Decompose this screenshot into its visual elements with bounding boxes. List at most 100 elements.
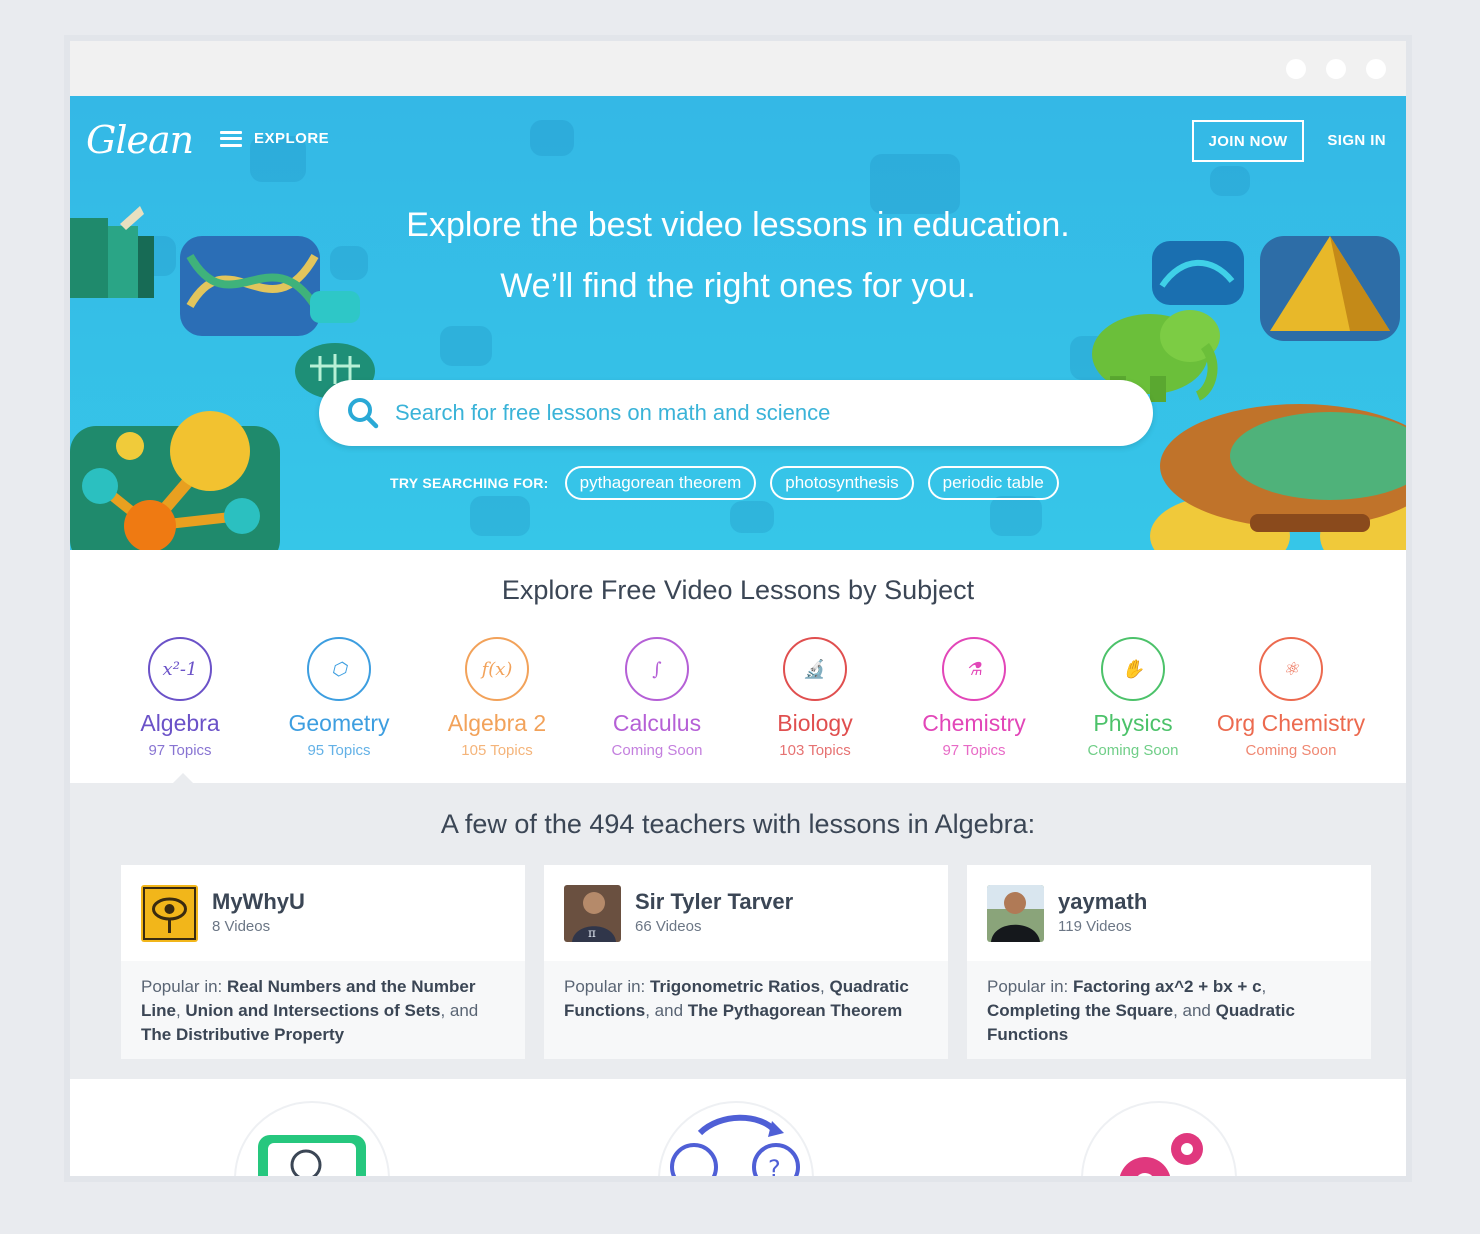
video-count: 119 Videos bbox=[1058, 918, 1132, 935]
teacher-card[interactable]: yaymath 119 Videos Popular in: Factoring… bbox=[967, 865, 1371, 1059]
search-input[interactable]: Search for free lessons on math and scie… bbox=[319, 380, 1153, 446]
video-count: 66 Videos bbox=[635, 918, 702, 935]
teacher-card-header: π Sir Tyler Tarver 66 Videos bbox=[544, 865, 948, 961]
suggestion-chip[interactable]: pythagorean theorem bbox=[564, 466, 757, 500]
window-dot[interactable] bbox=[1326, 59, 1346, 79]
bg-shape bbox=[1210, 166, 1250, 196]
subject-chemistry[interactable]: ⚗ Chemistry 97 Topics bbox=[894, 637, 1054, 759]
gears-icon bbox=[1081, 1101, 1237, 1176]
window-dot[interactable] bbox=[1286, 59, 1306, 79]
bg-shape bbox=[440, 326, 492, 366]
subject-name: Biology bbox=[777, 710, 853, 736]
teacher-card[interactable]: π Sir Tyler Tarver 66 Videos Popular in:… bbox=[544, 865, 948, 1059]
topic[interactable]: The Pythagorean Theorem bbox=[688, 1001, 902, 1020]
svg-text:?: ? bbox=[768, 1155, 781, 1176]
avatar: π bbox=[564, 885, 621, 942]
logo[interactable]: Glean bbox=[86, 118, 194, 162]
video-count: 8 Videos bbox=[212, 918, 271, 935]
topic[interactable]: Factoring ax^2 + bx + c bbox=[1073, 977, 1262, 996]
features-section: ? bbox=[70, 1079, 1406, 1176]
subject-topic-count: Coming Soon bbox=[611, 742, 703, 759]
molecule-icon: ⚛ bbox=[1259, 637, 1323, 701]
airship-illustration bbox=[1150, 404, 1406, 550]
subject-name: Org Chemistry bbox=[1216, 710, 1366, 736]
explore-menu-button[interactable]: EXPLORE bbox=[220, 130, 329, 147]
subject-name: Calculus bbox=[612, 710, 702, 736]
avatar bbox=[987, 885, 1044, 942]
popular-topics: Popular in: Trigonometric Ratios, Quadra… bbox=[544, 961, 948, 1059]
hero-subheadline: We’ll find the right ones for you. bbox=[500, 267, 976, 305]
subject-org-chemistry[interactable]: ⚛ Org Chemistry Coming Soon bbox=[1211, 637, 1371, 759]
subject-name: Physics bbox=[1093, 710, 1173, 736]
window-chrome bbox=[70, 41, 1406, 96]
subject-physics[interactable]: ✋ Physics Coming Soon bbox=[1053, 637, 1213, 759]
subject-topic-count: 97 Topics bbox=[148, 742, 212, 759]
topic[interactable]: The Distributive Property bbox=[141, 1025, 344, 1044]
try-searching-label: TRY SEARCHING FOR: bbox=[390, 475, 549, 491]
window-dot[interactable] bbox=[1366, 59, 1386, 79]
subjects-title: Explore Free Video Lessons by Subject bbox=[501, 575, 975, 605]
subject-name: Chemistry bbox=[922, 710, 1026, 736]
teacher-card[interactable]: MyWhyU 8 Videos Popular in: Real Numbers… bbox=[121, 865, 525, 1059]
topic[interactable]: Union and Intersections of Sets bbox=[185, 1001, 440, 1020]
hero-headline: Explore the best video lessons in educat… bbox=[406, 206, 1070, 244]
subject-topic-count: Coming Soon bbox=[1245, 742, 1337, 759]
calculus-graph-icon: ∫ bbox=[625, 637, 689, 701]
subject-biology[interactable]: 🔬 Biology 103 Topics bbox=[735, 637, 895, 759]
popular-label: Popular in: bbox=[987, 977, 1069, 996]
teacher-name[interactable]: MyWhyU bbox=[212, 889, 305, 915]
subject-geometry[interactable]: ⬡ Geometry 95 Topics bbox=[259, 637, 419, 759]
topic[interactable]: Trigonometric Ratios bbox=[650, 977, 820, 996]
explore-label: EXPLORE bbox=[254, 130, 330, 147]
subject-calculus[interactable]: ∫ Calculus Coming Soon bbox=[577, 637, 737, 759]
search-suggestions: TRY SEARCHING FOR: pythagorean theorem p… bbox=[390, 466, 1059, 500]
join-now-button[interactable]: JOIN NOW bbox=[1192, 120, 1304, 162]
popular-topics: Popular in: Real Numbers and the Number … bbox=[121, 961, 525, 1059]
geometry-icon: ⬡ bbox=[307, 637, 371, 701]
browser-window: Glean EXPLORE JOIN NOW SIGN IN Explore t… bbox=[70, 41, 1406, 1176]
hand-icon: ✋ bbox=[1101, 637, 1165, 701]
subject-topic-count: 97 Topics bbox=[942, 742, 1006, 759]
subject-name: Geometry bbox=[288, 710, 390, 736]
subject-name: Algebra bbox=[140, 710, 220, 736]
suggestion-chip[interactable]: periodic table bbox=[927, 466, 1059, 500]
avatar bbox=[141, 885, 198, 942]
popular-topics: Popular in: Factoring ax^2 + bx + c, Com… bbox=[967, 961, 1371, 1059]
subject-topic-count: 103 Topics bbox=[779, 742, 851, 759]
bg-shape bbox=[530, 120, 574, 156]
subject-algebra-2[interactable]: f(x) Algebra 2 105 Topics bbox=[417, 637, 577, 759]
bg-shape bbox=[990, 496, 1042, 536]
subject-topic-count: 95 Topics bbox=[307, 742, 371, 759]
hamburger-icon bbox=[220, 130, 242, 147]
popular-label: Popular in: bbox=[141, 977, 223, 996]
teacher-card-header: MyWhyU 8 Videos bbox=[121, 865, 525, 961]
window-controls bbox=[1286, 59, 1386, 79]
molecule-illustration bbox=[70, 411, 280, 550]
topic[interactable]: Completing the Square bbox=[987, 1001, 1173, 1020]
search-icon bbox=[348, 398, 379, 429]
subjects-section: Explore Free Video Lessons by Subject x²… bbox=[70, 550, 1406, 784]
teachers-section: A few of the 494 teachers with lessons i… bbox=[70, 783, 1406, 1079]
lightbulb-screen-icon bbox=[234, 1101, 390, 1176]
bg-shape bbox=[470, 496, 530, 536]
sign-in-link[interactable]: SIGN IN bbox=[1327, 132, 1386, 149]
teacher-name[interactable]: yaymath bbox=[1058, 889, 1147, 915]
flask-icon: ⚗ bbox=[942, 637, 1006, 701]
subject-name: Algebra 2 bbox=[447, 710, 547, 736]
suggestion-chip[interactable]: photosynthesis bbox=[770, 466, 914, 500]
teachers-title: A few of the 494 teachers with lessons i… bbox=[440, 809, 1036, 839]
function-icon: f(x) bbox=[465, 637, 529, 701]
bg-shape bbox=[870, 154, 960, 214]
search-placeholder: Search for free lessons on math and scie… bbox=[395, 400, 831, 425]
subject-topic-count: Coming Soon bbox=[1087, 742, 1179, 759]
brain-question-icon: ? bbox=[658, 1101, 814, 1176]
hero-banner: Glean EXPLORE JOIN NOW SIGN IN Explore t… bbox=[70, 96, 1406, 550]
algebra-icon: x²-1 bbox=[148, 637, 212, 701]
teacher-name[interactable]: Sir Tyler Tarver bbox=[635, 889, 793, 915]
bg-shape bbox=[730, 501, 774, 533]
svg-text:π: π bbox=[588, 926, 596, 940]
subject-topic-count: 105 Topics bbox=[461, 742, 533, 759]
subject-algebra[interactable]: x²-1 Algebra 97 Topics bbox=[100, 637, 260, 759]
microscope-icon: 🔬 bbox=[783, 637, 847, 701]
popular-label: Popular in: bbox=[564, 977, 646, 996]
